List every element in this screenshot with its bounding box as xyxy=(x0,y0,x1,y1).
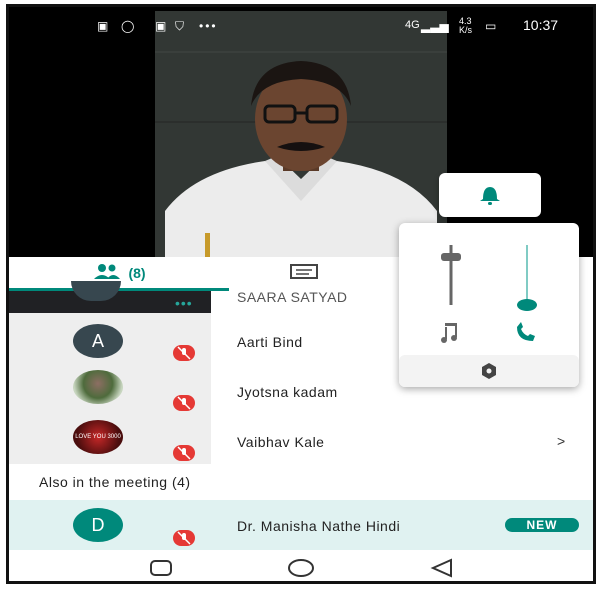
home-icon xyxy=(288,559,314,577)
participant-row[interactable]: D Dr. Manisha Nathe Hindi NEW xyxy=(9,500,593,550)
recents-icon xyxy=(150,560,172,576)
mic-off-icon xyxy=(173,345,195,361)
signal-label: 4G xyxy=(405,19,420,31)
gallery-icon: ▣ xyxy=(155,19,167,33)
people-count: (8) xyxy=(128,264,146,281)
network-speed: 4.3 K/s xyxy=(459,16,473,35)
tab-chat[interactable] xyxy=(229,257,379,291)
more-dots-icon: ••• xyxy=(199,19,218,33)
phone-screen: ▣ ◯ ▣ ⛉ ••• 4G ▂▃▅ 4.3 K/s ▭ 10:37 (8) •… xyxy=(6,4,596,584)
participant-name: Jyotsna kadam xyxy=(237,384,338,400)
also-in-meeting-header: Also in the meeting (4) xyxy=(9,464,593,500)
video-feed[interactable] xyxy=(155,11,447,257)
participant-name: Dr. Manisha Nathe Hindi xyxy=(237,518,401,534)
status-bar: ▣ ◯ ▣ ⛉ ••• 4G ▂▃▅ 4.3 K/s ▭ 10:37 xyxy=(9,11,593,41)
shield-icon: ⛉ xyxy=(175,19,185,33)
more-options-icon[interactable]: ••• xyxy=(175,295,193,311)
call-volume-thumb xyxy=(517,299,537,311)
participant-name: Aarti Bind xyxy=(237,334,303,350)
phone-icon xyxy=(517,322,535,341)
participant-name: SAARA SATYAD xyxy=(237,289,348,305)
battery-icon: ▭ xyxy=(485,19,497,33)
media-volume-thumb xyxy=(441,253,461,261)
chevron-right-icon[interactable]: > xyxy=(557,433,565,449)
chat-icon xyxy=(289,263,319,285)
mic-off-icon xyxy=(173,445,195,461)
mic-off-icon xyxy=(173,530,195,546)
bell-icon xyxy=(480,187,500,205)
new-badge: NEW xyxy=(505,518,579,532)
mic-off-icon xyxy=(173,395,195,411)
participant-name: Vaibhav Kale xyxy=(237,434,325,450)
back-icon xyxy=(430,558,452,578)
people-icon xyxy=(92,263,122,282)
android-nav-bar xyxy=(9,550,593,581)
signal-icon: ▂▃▅ xyxy=(421,19,449,33)
avatar xyxy=(73,370,123,404)
avatar: D xyxy=(73,508,123,542)
section-heading: Also in the meeting (4) xyxy=(39,474,191,490)
whatsapp-icon: ◯ xyxy=(121,19,135,33)
clock: 10:37 xyxy=(523,17,559,33)
notification-icon: ▣ xyxy=(97,19,109,33)
ring-mode-button[interactable] xyxy=(439,173,541,217)
volume-panel xyxy=(399,223,579,387)
volume-controls xyxy=(399,245,579,387)
music-note-icon xyxy=(441,323,457,343)
presenter-video xyxy=(155,11,447,257)
avatar: LOVE YOU 3000 xyxy=(73,420,123,454)
avatar: A xyxy=(73,324,123,358)
